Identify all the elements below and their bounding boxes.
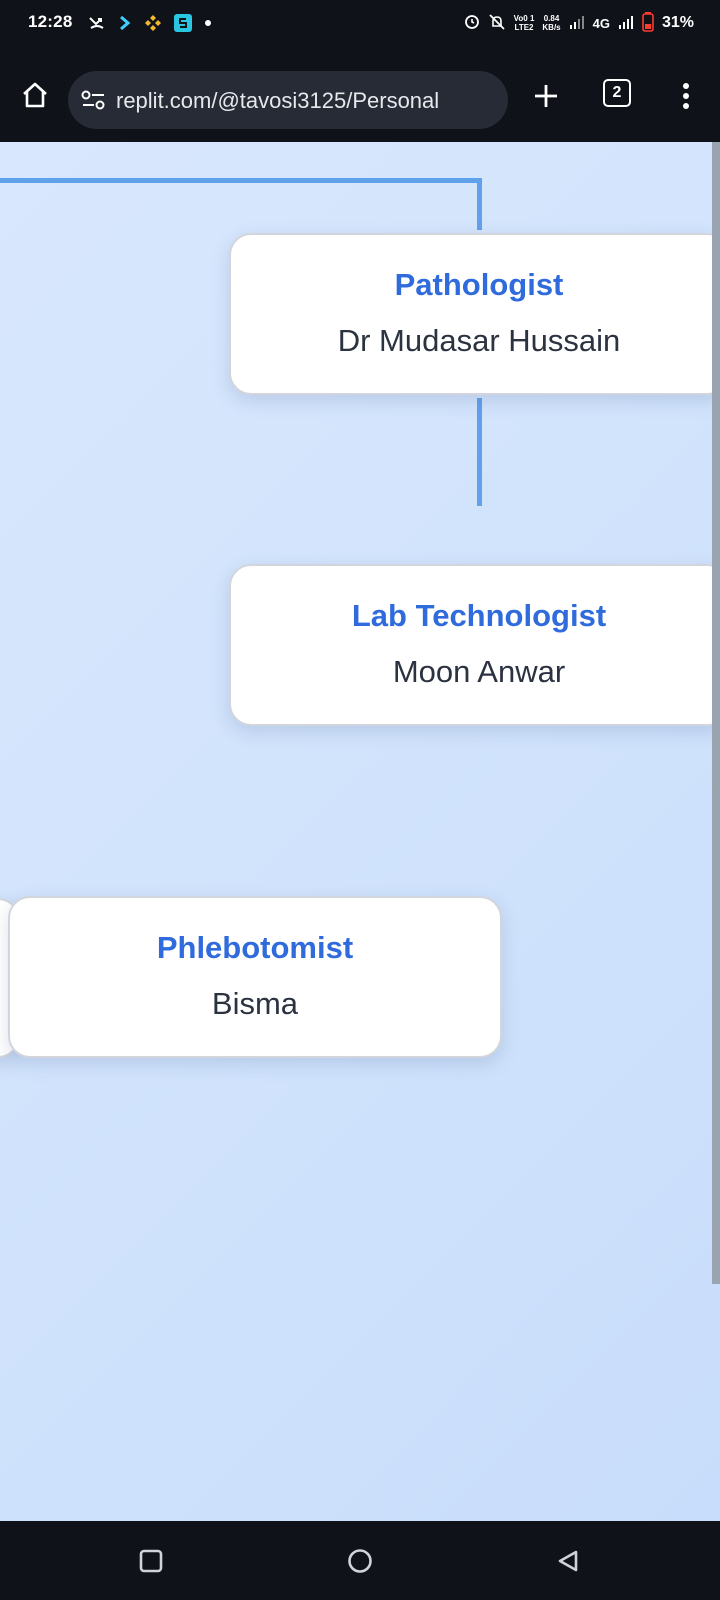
binance-icon <box>144 14 162 32</box>
new-tab-button[interactable] <box>526 76 566 116</box>
address-bar[interactable]: replit.com/@tavosi3125/Personal <box>68 71 508 129</box>
node-name: Dr Mudasar Hussain <box>337 323 621 358</box>
back-triangle-icon <box>558 1550 578 1572</box>
scrollbar[interactable] <box>712 142 720 1521</box>
node-role: Phlebotomist <box>156 930 354 965</box>
s-app-icon <box>174 14 192 32</box>
org-node-pathologist[interactable]: Pathologist Dr Mudasar Hussain <box>229 233 720 395</box>
volte-bottom: LTE2 <box>514 23 534 32</box>
home-icon <box>23 82 47 108</box>
system-nav-bar <box>0 1521 720 1600</box>
connector-line <box>0 178 482 183</box>
battery-percent: 31% <box>661 14 694 31</box>
network-type: 4G <box>592 15 610 31</box>
org-node-lab-technologist[interactable]: Lab Technologist Moon Anwar <box>229 564 720 726</box>
home-button[interactable] <box>14 74 56 116</box>
scrollbar-thumb[interactable] <box>712 142 720 1284</box>
web-content[interactable]: Pathologist Dr Mudasar Hussain Lab Techn… <box>0 142 720 1521</box>
back-button[interactable] <box>546 1539 590 1583</box>
node-name: Bisma <box>211 986 299 1021</box>
missed-call-icon <box>88 14 106 32</box>
status-right-icons: Vo0 1 LTE2 0.84 KB/s 4G 31% <box>464 10 694 36</box>
speed-value: 0.84 <box>543 14 560 23</box>
speed-unit: KB/s <box>542 23 561 32</box>
battery-icon <box>642 11 654 35</box>
dot-icon <box>204 19 212 27</box>
tab-count: 2 <box>612 84 622 101</box>
connector-line <box>477 398 482 506</box>
browser-toolbar: replit.com/@tavosi3125/Personal 2 <box>0 46 720 142</box>
network-speed: 0.84 KB/s <box>542 14 560 32</box>
signal-icon-2 <box>618 15 634 32</box>
menu-button[interactable] <box>666 76 706 116</box>
node-name: Moon Anwar <box>392 654 566 689</box>
volte-indicator: Vo0 1 LTE2 <box>514 14 535 32</box>
signal-icon <box>569 15 585 32</box>
plus-icon <box>535 85 557 107</box>
square-icon <box>139 1549 163 1573</box>
tab-switcher-button[interactable]: 2 <box>603 79 631 107</box>
node-role: Lab Technologist <box>351 598 607 633</box>
status-time: 12:28 <box>28 12 73 31</box>
status-bar: 12:28 Vo0 1 LTE2 0.84 KB/s 4G 31% <box>0 0 720 46</box>
chevron-app-icon <box>118 14 132 32</box>
alarm-icon <box>464 14 480 33</box>
connector-line <box>477 178 482 230</box>
site-settings-icon[interactable] <box>80 88 108 112</box>
nav-home-button[interactable] <box>338 1539 382 1583</box>
circle-icon <box>348 1549 372 1573</box>
volte-top: Vo0 1 <box>513 14 535 23</box>
notification-icons <box>88 12 212 34</box>
url-text[interactable]: replit.com/@tavosi3125/Personal <box>116 88 439 114</box>
mute-icon <box>488 13 506 34</box>
org-node-phlebotomist[interactable]: Phlebotomist Bisma <box>8 896 502 1058</box>
more-vert-icon <box>683 83 689 109</box>
recents-button[interactable] <box>129 1539 173 1583</box>
node-role: Pathologist <box>394 267 564 302</box>
